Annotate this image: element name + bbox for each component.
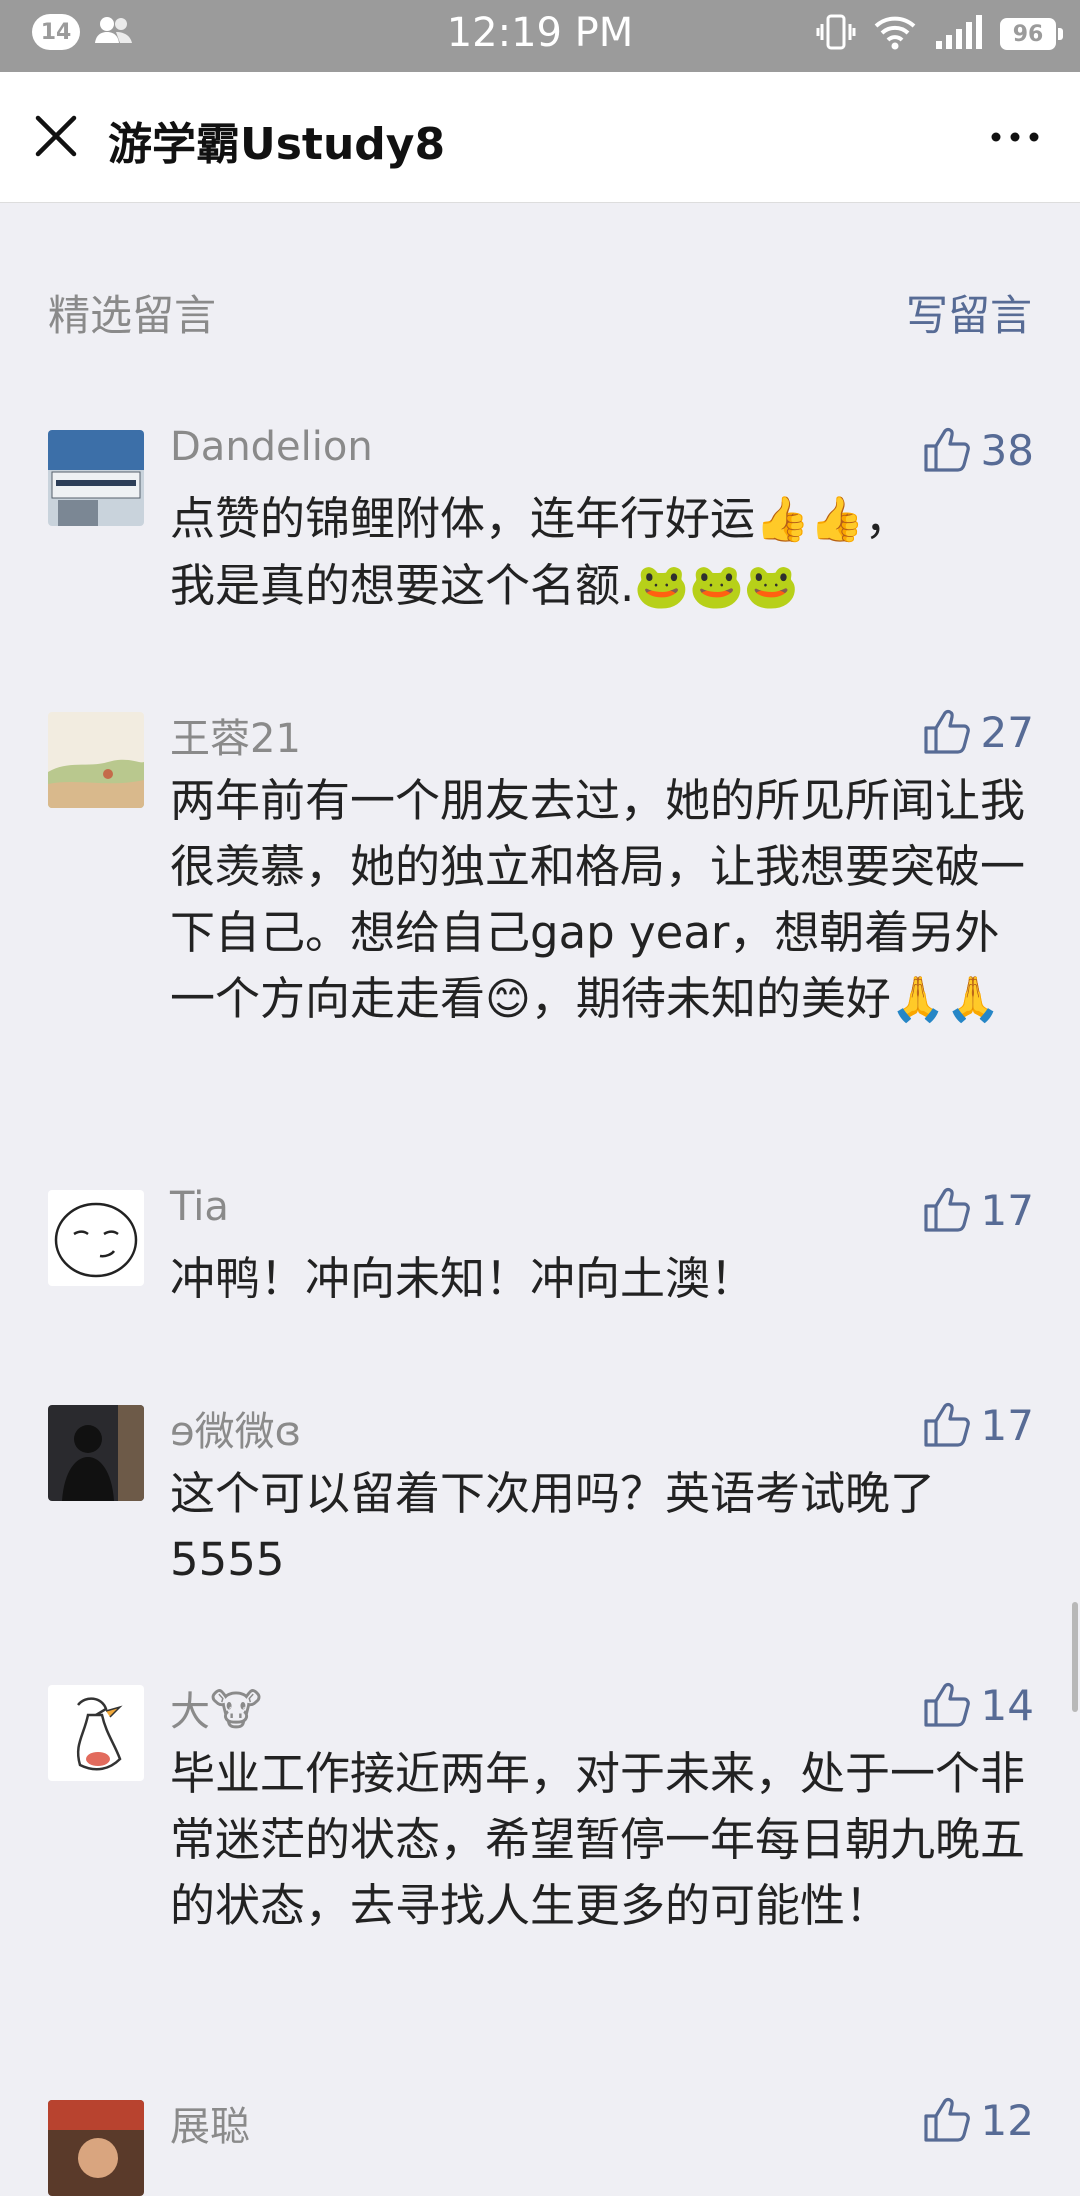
comment-nickname: 展聪 bbox=[170, 2104, 250, 2150]
close-icon bbox=[35, 115, 77, 157]
like-count: 12 bbox=[980, 2095, 1034, 2145]
thumbs-up-icon bbox=[923, 710, 970, 754]
cow-emoji: 🐮 bbox=[210, 1685, 263, 1736]
like-count: 38 bbox=[980, 425, 1034, 475]
comment-text: 毕业工作接近两年，对于未来，处于一个非常迷茫的状态，希望暂停一年每日朝九晚五的状… bbox=[170, 1747, 1026, 1932]
more-icon bbox=[991, 132, 1039, 142]
avatar[interactable] bbox=[48, 712, 144, 808]
avatar[interactable] bbox=[48, 430, 144, 526]
signal-icon bbox=[934, 15, 982, 53]
close-button[interactable] bbox=[28, 108, 84, 164]
thumbs-up-icon bbox=[923, 1683, 970, 1727]
nav-bar: 游学霸Ustudy8 bbox=[0, 72, 1080, 203]
write-comment-link[interactable]: 写留言 bbox=[906, 282, 1032, 343]
thumbs-up-emoji: 👍👍 bbox=[755, 494, 865, 545]
page-title: 游学霸Ustudy8 bbox=[108, 119, 446, 170]
comment-text: 两年前有一个朋友去过，她的所见所闻让我很羡慕，她的独立和格局，让我想要突破一下自… bbox=[170, 774, 1026, 1025]
avatar[interactable] bbox=[48, 2100, 144, 2196]
like-button[interactable]: 17 bbox=[921, 1399, 1034, 1451]
thumbs-up-icon bbox=[923, 1403, 970, 1447]
thumbs-up-icon bbox=[923, 428, 970, 472]
comment-text: 冲鸭！冲向未知！冲向土澳！ bbox=[170, 1252, 756, 1305]
selected-comments-title: 精选留言 bbox=[48, 291, 217, 340]
like-count: 14 bbox=[980, 1680, 1034, 1730]
like-count: 17 bbox=[980, 1400, 1034, 1450]
comment-nickname: 王蓉21 bbox=[170, 716, 301, 762]
like-count: 17 bbox=[980, 1185, 1034, 1235]
comment-text: 这个可以留着下次用吗？英语考试晚了5555 bbox=[170, 1467, 936, 1586]
thumbs-up-icon bbox=[923, 2098, 970, 2142]
like-button[interactable]: 12 bbox=[921, 2094, 1034, 2146]
comment-nickname: ɘ微微ɞ bbox=[170, 1409, 302, 1455]
avatar[interactable] bbox=[48, 1190, 144, 1286]
like-count: 27 bbox=[980, 707, 1034, 757]
thumbs-up-icon bbox=[923, 1188, 970, 1232]
avatar[interactable] bbox=[48, 1685, 144, 1781]
wifi-icon bbox=[874, 14, 916, 54]
more-button[interactable] bbox=[980, 112, 1050, 162]
like-button[interactable]: 17 bbox=[921, 1184, 1034, 1236]
comment-nickname: Dandelion bbox=[170, 424, 373, 470]
comment-nickname: Tia bbox=[170, 1184, 229, 1230]
smile-emoji: 😊 bbox=[485, 974, 531, 1025]
like-button[interactable]: 14 bbox=[921, 1679, 1034, 1731]
scrollbar[interactable] bbox=[1072, 1602, 1078, 1712]
like-button[interactable]: 38 bbox=[921, 424, 1034, 476]
like-button[interactable]: 27 bbox=[921, 706, 1034, 758]
avatar[interactable] bbox=[48, 1405, 144, 1501]
pray-emoji: 🙏🙏 bbox=[890, 974, 1001, 1025]
status-right: 96 bbox=[816, 12, 1063, 56]
frog-emoji: 🐸🐸🐸 bbox=[634, 561, 799, 612]
status-bar: 14 12:19 PM 96 bbox=[0, 0, 1080, 72]
vibrate-icon bbox=[816, 12, 856, 56]
comment-text: 点赞的锦鲤附体，连年行好运👍👍， 我是真的想要这个名额.🐸🐸🐸 bbox=[170, 492, 910, 612]
battery-icon: 96 bbox=[1000, 18, 1063, 50]
comment-nickname: 大🐮 bbox=[170, 1685, 263, 1736]
